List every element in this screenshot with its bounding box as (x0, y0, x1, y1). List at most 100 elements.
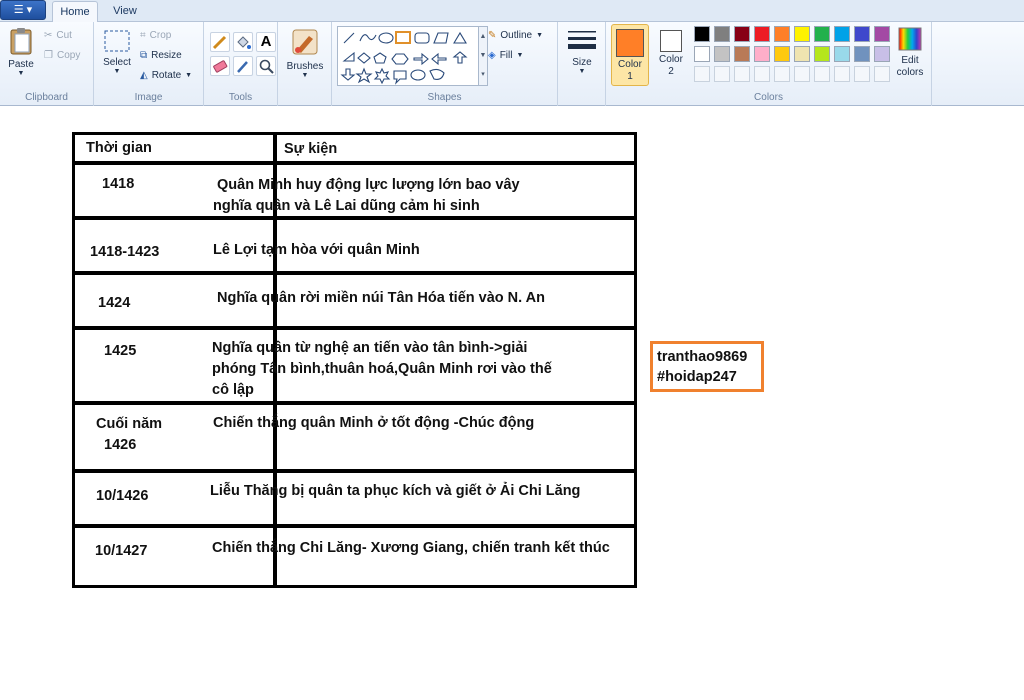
history-table: Thời gian Sự kiện 1418 Quân Minh huy độn… (72, 132, 637, 588)
time-line: Cuối năm (96, 416, 163, 432)
color-swatch[interactable] (754, 46, 770, 62)
colors-group: Color 1 Color 2 Edit colors Colors (606, 22, 932, 106)
custom-color-slot[interactable] (734, 66, 750, 82)
cut-label: Cut (56, 29, 72, 41)
color-swatch[interactable] (874, 26, 890, 42)
shapes-gallery[interactable] (337, 26, 479, 86)
scissors-icon: ✂ (44, 29, 53, 41)
color1-label: Color 1 (618, 59, 642, 82)
eraser-icon[interactable] (210, 56, 230, 76)
color-swatch[interactable] (754, 26, 770, 42)
color-swatch[interactable] (834, 26, 850, 42)
color-swatch[interactable] (774, 26, 790, 42)
chevron-down-icon: ▼ (113, 68, 121, 75)
fill-label: Fill (499, 49, 513, 61)
color-swatch[interactable] (814, 26, 830, 42)
brushes-label: Brushes (286, 61, 324, 72)
table-rule (75, 326, 634, 330)
color-swatch[interactable] (714, 46, 730, 62)
author-username: tranthao9869 (657, 349, 748, 365)
rotate-button[interactable]: ◭ Rotate ▼ (140, 66, 192, 84)
color-swatch[interactable] (694, 46, 710, 62)
row-time: 10/1426 (96, 488, 149, 504)
magnifier-icon[interactable] (256, 56, 276, 76)
custom-color-slot[interactable] (814, 66, 830, 82)
table-rule (75, 401, 634, 405)
row-event: Quân Minh huy động lực lượng lớn bao vây… (213, 175, 520, 217)
row-time: 10/1427 (95, 543, 148, 559)
cut-button[interactable]: ✂ Cut (44, 26, 72, 44)
chevron-down-icon: ▼ (185, 71, 193, 79)
clipboard-group: Paste ▼ ✂ Cut ❐ Copy Clipboard (0, 22, 94, 106)
author-tag: tranthao9869 #hoidap247 (650, 341, 764, 392)
image-group-label: Image (134, 92, 163, 103)
outline-button[interactable]: ✎ Outline ▼ (488, 26, 543, 44)
pencil-icon[interactable] (210, 32, 230, 52)
size-button[interactable]: Size ▼ (564, 28, 600, 75)
color-swatch[interactable] (794, 26, 810, 42)
image-group: Select ▼ ⌗ Crop ⧉ Resize ◭ Rotate ▼ Imag… (94, 22, 204, 106)
copy-button[interactable]: ❐ Copy (44, 46, 80, 64)
table-rule (75, 161, 634, 165)
select-label: Select (103, 57, 131, 68)
row-time: 1425 (104, 343, 137, 359)
select-icon (104, 30, 130, 52)
tools-group-label: Tools (228, 92, 253, 103)
paste-button[interactable]: Paste ▼ (4, 26, 38, 77)
author-hashtag: #hoidap247 (657, 369, 737, 385)
event-line: Nghĩa quân từ nghệ an tiến vào tân bình-… (212, 340, 528, 356)
color-swatch[interactable] (734, 26, 750, 42)
tab-view[interactable]: View (104, 1, 146, 22)
custom-color-slot[interactable] (774, 66, 790, 82)
row-event: Liễu Thăng bị quân ta phục kích và giết … (210, 483, 581, 499)
color-swatch[interactable] (854, 46, 870, 62)
color-picker-icon[interactable] (233, 56, 253, 76)
edit-colors-label: Edit colors (896, 55, 924, 78)
rotate-icon: ◭ (140, 69, 148, 81)
color-swatch[interactable] (814, 46, 830, 62)
time-line: 1426 (104, 437, 137, 453)
custom-color-slot[interactable] (754, 66, 770, 82)
shapes-group: ▲ ▼ ▾ ✎ Outline ▼ ◈ Fill ▼ Shapes (332, 22, 558, 106)
edit-colors-button[interactable]: Edit colors (892, 26, 928, 86)
resize-button[interactable]: ⧉ Resize (140, 46, 182, 64)
color-swatch[interactable] (774, 46, 790, 62)
shapes-group-label: Shapes (427, 92, 462, 103)
color2-button[interactable]: Color 2 (652, 24, 690, 86)
brushes-group: Brushes ▼ (278, 22, 332, 106)
colors-group-label: Colors (754, 92, 783, 103)
color-swatch[interactable] (714, 26, 730, 42)
color-swatch[interactable] (854, 26, 870, 42)
color-swatch[interactable] (694, 26, 710, 42)
text-icon[interactable]: A (256, 32, 276, 52)
color-swatch[interactable] (874, 46, 890, 62)
color1-button[interactable]: Color 1 (611, 24, 649, 86)
app-menu-button[interactable]: ☰ ▾ (0, 0, 46, 20)
header-time: Thời gian (86, 140, 152, 156)
color-swatch[interactable] (734, 46, 750, 62)
color2-swatch (660, 30, 682, 52)
custom-color-slot[interactable] (854, 66, 870, 82)
brush-icon (292, 29, 318, 55)
select-button[interactable]: Select ▼ (100, 28, 134, 75)
fill-bucket-icon[interactable] (233, 32, 253, 52)
custom-color-slot[interactable] (694, 66, 710, 82)
color-swatch[interactable] (794, 46, 810, 62)
custom-color-slot[interactable] (874, 66, 890, 82)
chevron-down-icon: ▼ (301, 72, 309, 79)
shapes-scroll[interactable]: ▲ ▼ ▾ (478, 26, 488, 86)
crop-button[interactable]: ⌗ Crop (140, 26, 171, 44)
custom-color-slot[interactable] (834, 66, 850, 82)
fill-button[interactable]: ◈ Fill ▼ (488, 46, 523, 64)
custom-color-slot[interactable] (714, 66, 730, 82)
brushes-button[interactable]: Brushes ▼ (284, 26, 326, 79)
color-swatch[interactable] (834, 46, 850, 62)
row-time: 1418 (102, 176, 135, 192)
row-time: Cuối năm 1426 (96, 414, 162, 456)
copy-icon: ❐ (44, 49, 53, 61)
custom-color-slot[interactable] (794, 66, 810, 82)
shapes-icon (340, 31, 468, 85)
crop-label: Crop (149, 29, 172, 41)
tab-home[interactable]: Home (52, 1, 98, 22)
row-event: Lê Lợi tạm hòa với quân Minh (213, 242, 420, 258)
